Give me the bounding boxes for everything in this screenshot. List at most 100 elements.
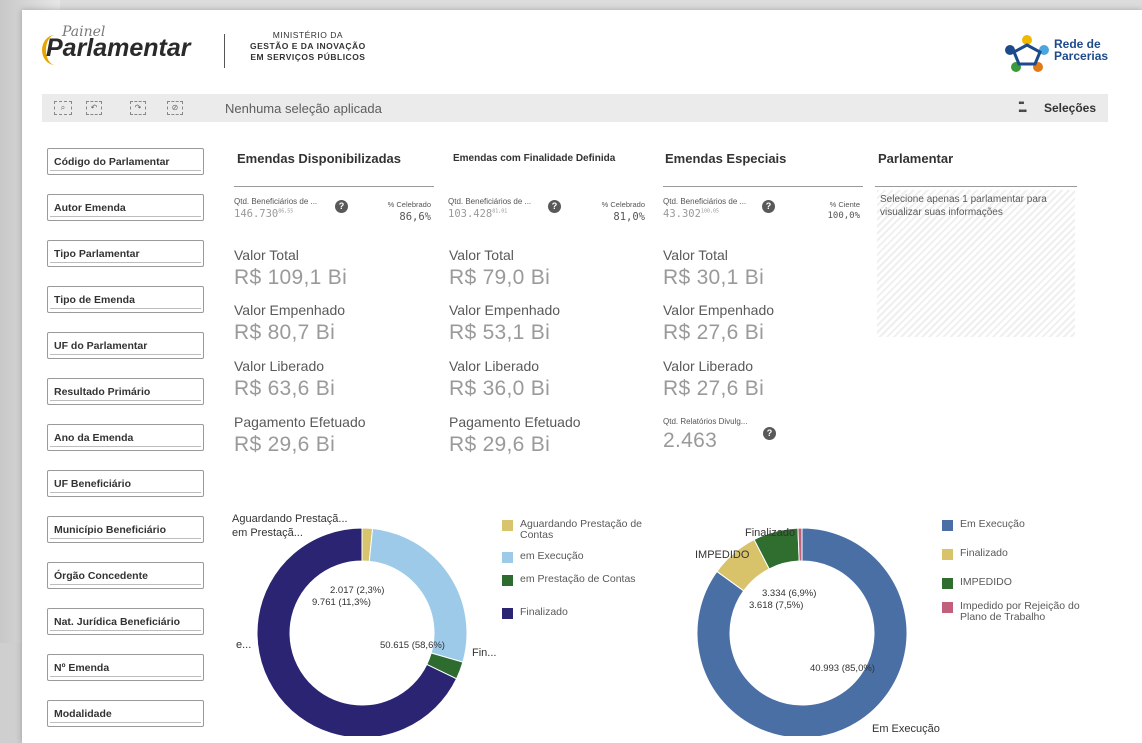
data-label: 3.334 (6,9%)	[762, 588, 816, 599]
valor-empenhado-value: R$ 27,6 Bi	[663, 321, 765, 344]
valor-liberado-value: R$ 36,0 Bi	[449, 377, 551, 400]
pagamento-value: R$ 29,6 Bi	[234, 433, 336, 456]
valor-total-label: Valor Total	[234, 247, 299, 263]
donut-chart-situacao: 2.017 (2,3%)9.761 (11,3%) 50.615 (58,6%) A…	[232, 513, 496, 736]
header-divider	[224, 34, 225, 68]
selection-status: Nenhuma seleção aplicada	[225, 101, 382, 116]
selection-toolbar: ⌕ ↶ ↷ ⊘ Nenhuma seleção aplicada ▪▪ ▪▪▪ S…	[42, 94, 1108, 122]
kpi-pct-value: 100,0%	[827, 211, 860, 221]
kpi-qtd-value: 103.42881,01	[448, 208, 508, 220]
col-title-especiais: Emendas Especiais	[665, 151, 787, 166]
clear-selections-icon[interactable]: ⊘	[167, 101, 183, 115]
pagamento-label: Pagamento Efetuado	[234, 414, 366, 430]
selections-grid-icon[interactable]: ▪▪ ▪▪▪	[1018, 99, 1027, 117]
logo-main-text: Parlamentar	[46, 34, 191, 62]
ministry-name: MINISTÉRIO DA GESTÃO E DA INOVAÇÃO EM SE…	[250, 30, 366, 63]
kpi-qtd-label: Qtd. Beneficiários de ...	[234, 197, 318, 206]
data-label: 9.761 (11,3%)	[312, 597, 371, 608]
legend-swatch	[502, 552, 513, 563]
legend-item[interactable]: em Execução	[520, 551, 645, 562]
legend-swatch	[942, 602, 953, 613]
pagamento-value: R$ 29,6 Bi	[449, 433, 551, 456]
legend-item[interactable]: Finalizado	[520, 607, 645, 618]
valor-liberado-label: Valor Liberado	[234, 358, 325, 374]
partner-logo: Rede de Parcerias	[1002, 35, 1112, 78]
valor-liberado-label: Valor Liberado	[449, 358, 540, 374]
legend-item[interactable]: Finalizado	[960, 548, 1085, 559]
dashboard-panel: Painel Parlamentar MINISTÉRIO DA GESTÃO …	[22, 10, 1142, 743]
valor-liberado-value: R$ 63,6 Bi	[234, 377, 336, 400]
selections-button[interactable]: Seleções	[1044, 101, 1096, 115]
step-back-icon[interactable]: ↶	[86, 101, 102, 115]
col-title-finalidade: Emendas com Finalidade Definida	[453, 153, 616, 164]
filter-button[interactable]: Município Beneficiário	[47, 516, 204, 543]
legend-item[interactable]: IMPEDIDO	[960, 577, 1085, 588]
outer-label: em Prestaçã...	[232, 527, 303, 539]
legend-swatch	[502, 608, 513, 619]
divider	[663, 186, 863, 187]
valor-empenhado-value: R$ 53,1 Bi	[449, 321, 551, 344]
legend-swatch	[942, 520, 953, 531]
filter-button[interactable]: Código do Parlamentar	[47, 148, 204, 175]
kpi-pct-label: % Ciente	[829, 200, 860, 209]
smart-search-icon[interactable]: ⌕	[54, 101, 72, 115]
valor-empenhado-label: Valor Empenhado	[663, 302, 775, 318]
legend-swatch	[942, 578, 953, 589]
legend-swatch	[942, 549, 953, 560]
outer-label: Aguardando Prestaçã...	[232, 513, 348, 525]
kpi-qtd-value: 146.73086,55	[234, 208, 294, 220]
valor-total-value: R$ 30,1 Bi	[663, 266, 765, 289]
donut-slice[interactable]	[797, 527, 803, 562]
filter-button[interactable]: Modalidade	[47, 700, 204, 727]
filter-button[interactable]: UF Beneficiário	[47, 470, 204, 497]
outer-label: Fin...	[472, 647, 496, 659]
ministry-line1: MINISTÉRIO DA	[272, 30, 344, 40]
filter-button[interactable]: Órgão Concedente	[47, 562, 204, 589]
valor-total-value: R$ 109,1 Bi	[234, 266, 348, 289]
kpi-qtd-label: Qtd. Beneficiários de ...	[448, 197, 532, 206]
filter-button[interactable]: Autor Emenda	[47, 194, 204, 221]
filter-button[interactable]: Resultado Primário	[47, 378, 204, 405]
kpi-pct-value: 86,6%	[399, 211, 431, 223]
kpi-pct-value: 81,0%	[613, 211, 645, 223]
help-icon[interactable]: ?	[548, 200, 561, 213]
help-icon[interactable]: ?	[335, 200, 348, 213]
filter-button[interactable]: Tipo de Emenda	[47, 286, 204, 313]
legend-item[interactable]: em Prestação de Contas	[520, 574, 645, 585]
filter-button[interactable]: Ano da Emenda	[47, 424, 204, 451]
outer-label: IMPEDIDO	[695, 549, 750, 561]
filter-button[interactable]: Nº Emenda	[47, 654, 204, 681]
data-label: 40.993 (85,0%)	[810, 663, 875, 674]
partner-name: Rede de Parcerias	[1054, 38, 1108, 62]
kpi-qtd-value: 43.302100,05	[663, 208, 719, 220]
col-title-disponibilizadas: Emendas Disponibilizadas	[237, 151, 401, 166]
relatorios-label: Qtd. Relatórios Divulg...	[663, 417, 748, 426]
valor-total-label: Valor Total	[663, 247, 728, 263]
legend-swatch	[502, 575, 513, 586]
valor-empenhado-label: Valor Empenhado	[449, 302, 561, 318]
data-label: 2.017 (2,3%)	[330, 585, 384, 596]
valor-liberado-value: R$ 27,6 Bi	[663, 377, 765, 400]
data-label: 50.615 (58,6%)	[380, 640, 445, 651]
legend-item[interactable]: Impedido por Rejeição do Plano de Trabal…	[960, 601, 1085, 623]
header: Painel Parlamentar MINISTÉRIO DA GESTÃO …	[22, 10, 1142, 92]
legend-item[interactable]: Em Execução	[960, 519, 1085, 530]
help-icon[interactable]: ?	[763, 427, 776, 440]
valor-empenhado-value: R$ 80,7 Bi	[234, 321, 336, 344]
kpi-pct-label: % Celebrado	[387, 200, 431, 209]
filter-button[interactable]: Nat. Jurídica Beneficiário	[47, 608, 204, 635]
valor-empenhado-label: Valor Empenhado	[234, 302, 346, 318]
help-icon[interactable]: ?	[762, 200, 775, 213]
legend-swatch	[502, 520, 513, 531]
step-forward-icon[interactable]: ↷	[130, 101, 146, 115]
partner-line2: Parcerias	[1054, 49, 1109, 63]
valor-liberado-label: Valor Liberado	[663, 358, 754, 374]
filter-button[interactable]: UF do Parlamentar	[47, 332, 204, 359]
filter-button[interactable]: Tipo Parlamentar	[47, 240, 204, 267]
divider	[234, 186, 434, 187]
outer-label: Em Execução	[872, 723, 940, 735]
legend-item[interactable]: Aguardando Prestação de Contas	[520, 519, 645, 541]
kpi-pct-label: % Celebrado	[601, 200, 645, 209]
pagamento-label: Pagamento Efetuado	[449, 414, 581, 430]
partner-star-icon	[1005, 35, 1049, 72]
